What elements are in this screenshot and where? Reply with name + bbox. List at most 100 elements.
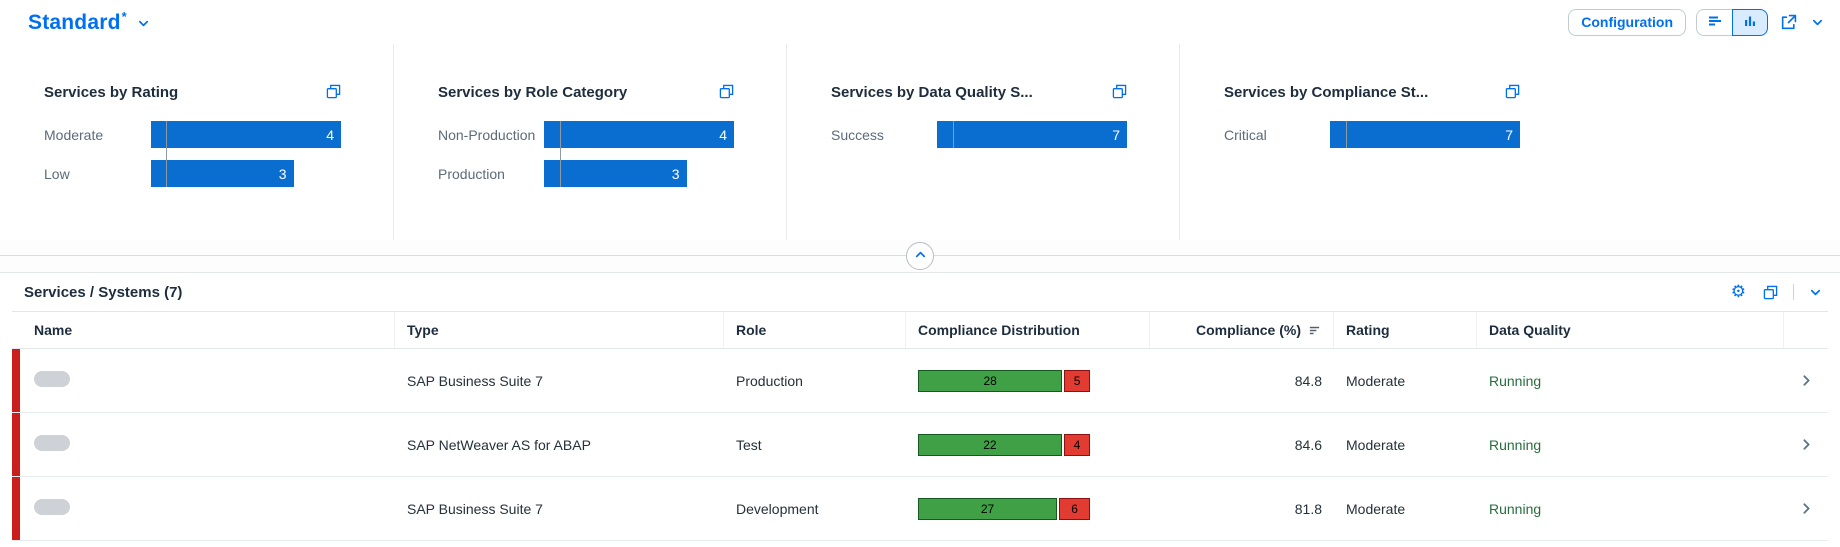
variant-name: Standard	[28, 11, 121, 34]
column-header-role[interactable]: Role	[724, 312, 906, 348]
services-table-panel: Services / Systems (7) ⚙ Name Type Role …	[0, 272, 1840, 541]
export-icon[interactable]	[1778, 12, 1799, 33]
data-quality-cell: Running	[1477, 501, 1784, 517]
role-cell: Production	[724, 373, 906, 389]
critical-stripe	[12, 349, 20, 412]
column-header-compliance-distribution[interactable]: Compliance Distribution	[906, 312, 1150, 348]
chevron-up-icon	[914, 248, 927, 264]
chevron-right-icon[interactable]	[1784, 373, 1828, 388]
collapse-band	[0, 240, 1840, 272]
bar-critical[interactable]: 7	[1330, 121, 1520, 148]
chart-title: Services by Role Category	[438, 84, 627, 101]
chevron-down-icon[interactable]	[1809, 14, 1826, 31]
table-toolbar: Services / Systems (7) ⚙	[0, 273, 1840, 311]
data-quality-cell: Running	[1477, 437, 1784, 453]
horizontal-bars-view-button[interactable]	[1696, 9, 1732, 36]
chevron-down-icon[interactable]	[1807, 284, 1824, 301]
category-label: Non-Production	[438, 127, 544, 143]
compliance-pct-cell: 84.8	[1150, 373, 1334, 389]
view-switch	[1696, 9, 1768, 36]
chart-bar-row: Low 3	[44, 160, 341, 187]
settings-gear-icon[interactable]: ⚙	[1729, 282, 1748, 303]
redacted-name	[34, 371, 70, 387]
divider	[1793, 284, 1794, 300]
modified-marker: *	[122, 9, 127, 24]
bar-moderate[interactable]: 4	[151, 121, 341, 148]
chart-card-data-quality: Services by Data Quality S... Success 7	[786, 44, 1179, 240]
chart-bar-row: Moderate 4	[44, 121, 341, 148]
redacted-name	[34, 499, 70, 515]
bar-value: 7	[1505, 127, 1513, 143]
page-title[interactable]: Standard*	[28, 9, 127, 35]
table-row[interactable]: SAP Business Suite 7 Development 27 6 81…	[12, 477, 1828, 541]
bar-production[interactable]: 3	[544, 160, 687, 187]
noncompliant-segment: 6	[1059, 498, 1090, 520]
header-actions: Configuration	[1568, 9, 1826, 36]
type-cell: SAP NetWeaver AS for ABAP	[395, 437, 724, 453]
category-label: Production	[438, 166, 544, 182]
bar-success[interactable]: 7	[937, 121, 1127, 148]
distribution-bar: 28 5	[918, 370, 1090, 392]
role-cell: Development	[724, 501, 906, 517]
compliance-pct-cell: 81.8	[1150, 501, 1334, 517]
bar-value: 7	[1112, 127, 1120, 143]
copy-chart-icon[interactable]	[1505, 84, 1520, 99]
category-label: Moderate	[44, 127, 151, 143]
copy-chart-icon[interactable]	[719, 84, 734, 99]
bar-low[interactable]: 3	[151, 160, 294, 187]
chart-title: Services by Compliance St...	[1224, 84, 1428, 101]
column-header-navigation	[1784, 312, 1828, 348]
chart-card-rating: Services by Rating Moderate 4 Low 3	[0, 44, 393, 240]
role-cell: Test	[724, 437, 906, 453]
copy-chart-icon[interactable]	[326, 84, 341, 99]
bar-value: 3	[279, 166, 287, 182]
sort-icon[interactable]	[1308, 324, 1321, 337]
chart-title: Services by Rating	[44, 84, 178, 101]
rating-cell: Moderate	[1334, 373, 1477, 389]
copy-table-icon[interactable]	[1761, 283, 1780, 302]
bar-non-production[interactable]: 4	[544, 121, 734, 148]
table-title: Services / Systems (7)	[24, 284, 182, 301]
rating-cell: Moderate	[1334, 437, 1477, 453]
variant-title-group[interactable]: Standard*	[28, 9, 150, 35]
rating-cell: Moderate	[1334, 501, 1477, 517]
column-header-type[interactable]: Type	[395, 312, 724, 348]
column-header-data-quality[interactable]: Data Quality	[1477, 312, 1784, 348]
compliance-pct-cell: 84.6	[1150, 437, 1334, 453]
table-actions: ⚙	[1729, 282, 1824, 303]
chevron-right-icon[interactable]	[1784, 437, 1828, 452]
name-cell	[22, 499, 395, 518]
copy-chart-icon[interactable]	[1112, 84, 1127, 99]
vertical-bars-icon	[1743, 14, 1757, 31]
critical-stripe	[12, 413, 20, 476]
category-label: Critical	[1224, 127, 1330, 143]
data-quality-cell: Running	[1477, 373, 1784, 389]
column-header-name[interactable]: Name	[22, 312, 395, 348]
compliant-segment: 27	[918, 498, 1057, 520]
category-label: Low	[44, 166, 151, 182]
critical-stripe	[12, 477, 20, 540]
bar-value: 4	[719, 127, 727, 143]
chevron-right-icon[interactable]	[1784, 501, 1828, 516]
shell-header: Standard* Configuration	[0, 0, 1840, 44]
configuration-button[interactable]: Configuration	[1568, 9, 1686, 36]
chart-bar-row: Production 3	[438, 160, 734, 187]
bar-value: 4	[326, 127, 334, 143]
compliant-segment: 28	[918, 370, 1062, 392]
column-header-compliance-pct[interactable]: Compliance (%)	[1150, 312, 1334, 348]
table-header-row: Name Type Role Compliance Distribution C…	[12, 311, 1828, 349]
type-cell: SAP Business Suite 7	[395, 373, 724, 389]
column-header-rating[interactable]: Rating	[1334, 312, 1477, 348]
chart-card-compliance-status: Services by Compliance St... Critical 7	[1179, 44, 1572, 240]
chart-card-role-category: Services by Role Category Non-Production…	[393, 44, 786, 240]
noncompliant-segment: 5	[1064, 370, 1090, 392]
distribution-bar: 27 6	[918, 498, 1090, 520]
table-row[interactable]: SAP NetWeaver AS for ABAP Test 22 4 84.6…	[12, 413, 1828, 477]
chevron-down-icon[interactable]	[137, 17, 150, 30]
collapse-charts-button[interactable]	[906, 242, 934, 270]
noncompliant-segment: 4	[1064, 434, 1090, 456]
chart-bar-row: Critical 7	[1224, 121, 1520, 148]
table-row[interactable]: SAP Business Suite 7 Production 28 5 84.…	[12, 349, 1828, 413]
vertical-bars-view-button[interactable]	[1732, 9, 1768, 36]
horizontal-bars-icon	[1708, 14, 1722, 31]
